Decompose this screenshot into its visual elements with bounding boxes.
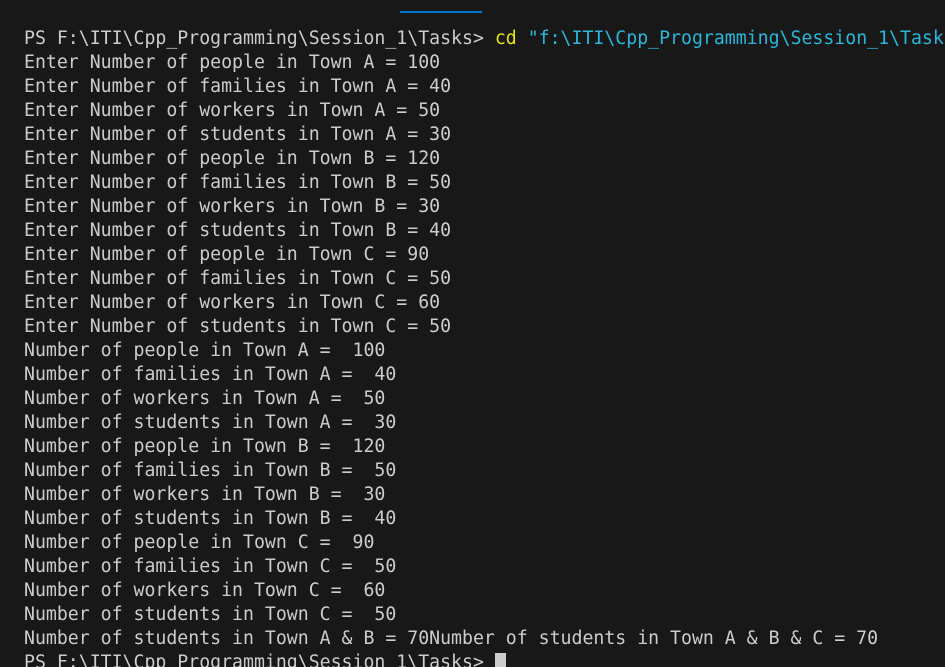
output-line: Enter Number of families in Town B = 50 <box>24 172 452 193</box>
terminal-panel[interactable]: PS F:\ITI\Cpp_Programming\Session_1\Task… <box>0 0 945 667</box>
command-prompt: PS F:\ITI\Cpp_Programming\Session_1\Task… <box>24 28 495 49</box>
shell-prompt: PS F:\ITI\Cpp_Programming\Session_1\Task… <box>24 652 495 667</box>
command-argument: "f:\ITI\Cpp_Programming\Session_1\Tasks\… <box>516 28 945 49</box>
output-line: Enter Number of people in Town B = 120 <box>24 148 441 169</box>
command-line: PS F:\ITI\Cpp_Programming\Session_1\Task… <box>24 27 945 51</box>
output-line: Enter Number of students in Town A = 30 <box>24 124 452 145</box>
output-line: Number of families in Town C = 50 <box>24 556 397 577</box>
output-line: Number of students in Town A & B = 70Num… <box>24 628 879 649</box>
output-line: Enter Number of families in Town A = 40 <box>24 76 452 97</box>
output-line: Number of people in Town C = 90 <box>24 532 375 553</box>
output-line: Number of workers in Town B = 30 <box>24 484 386 505</box>
output-line: Number of families in Town A = 40 <box>24 364 397 385</box>
output-line: Number of students in Town C = 50 <box>24 604 397 625</box>
output-line: Enter Number of people in Town A = 100 <box>24 52 441 73</box>
terminal-output: PS F:\ITI\Cpp_Programming\Session_1\Task… <box>24 27 945 667</box>
output-line: Number of students in Town A = 30 <box>24 412 397 433</box>
output-line: Enter Number of students in Town C = 50 <box>24 316 452 337</box>
command-keyword: cd <box>494 28 517 49</box>
output-line: Number of people in Town A = 100 <box>24 340 386 361</box>
text-cursor <box>494 653 506 667</box>
output-line: Number of families in Town B = 50 <box>24 460 397 481</box>
output-line: Number of people in Town B = 120 <box>24 436 386 457</box>
output-line: Enter Number of workers in Town B = 30 <box>24 196 441 217</box>
output-line: Enter Number of workers in Town C = 60 <box>24 292 441 313</box>
output-line: Number of students in Town B = 40 <box>24 508 397 529</box>
output-line: Enter Number of students in Town B = 40 <box>24 220 452 241</box>
output-line: Number of workers in Town C = 60 <box>24 580 386 601</box>
active-tab-indicator <box>400 11 482 13</box>
output-line: Number of workers in Town A = 50 <box>24 388 386 409</box>
output-line: Enter Number of families in Town C = 50 <box>24 268 452 289</box>
output-line: Enter Number of workers in Town A = 50 <box>24 100 441 121</box>
output-line: Enter Number of people in Town C = 90 <box>24 244 430 265</box>
prompt-line[interactable]: PS F:\ITI\Cpp_Programming\Session_1\Task… <box>24 651 945 667</box>
